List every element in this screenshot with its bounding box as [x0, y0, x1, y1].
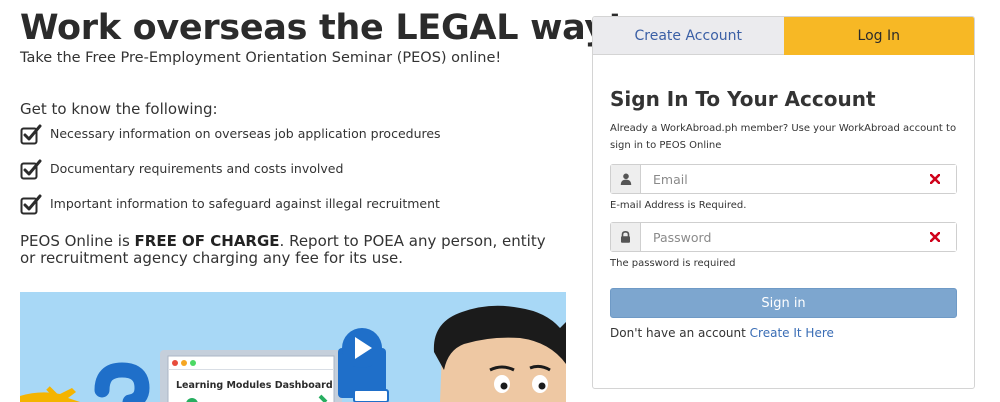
hero-illustration: Learning Modules Dashboard	[20, 292, 566, 402]
checkbox-checked-icon	[20, 194, 42, 215]
user-icon	[611, 165, 641, 193]
form-title: Sign In To Your Account	[610, 87, 876, 111]
sign-in-button[interactable]: Sign in	[610, 288, 957, 318]
password-input[interactable]	[641, 223, 956, 251]
notice-prefix: PEOS Online is	[20, 232, 135, 250]
login-form: Sign In To Your Account Already a WorkAb…	[610, 55, 957, 340]
clear-password-icon[interactable]	[928, 230, 942, 244]
checkbox-checked-icon	[20, 159, 42, 180]
hero-section: Work overseas the LEGAL way! Take the Fr…	[20, 0, 623, 402]
signup-prompt-text: Don't have an account	[610, 326, 750, 340]
lock-icon	[611, 223, 641, 251]
question-mark-icon	[94, 362, 150, 402]
list-item: Documentary requirements and costs invol…	[20, 159, 441, 194]
tab-create-account[interactable]: Create Account	[593, 17, 784, 55]
clear-email-icon[interactable]	[928, 172, 942, 186]
play-icon	[338, 328, 389, 402]
email-input[interactable]	[641, 165, 956, 193]
form-description: Already a WorkAbroad.ph member? Use your…	[610, 123, 957, 151]
list-item-text: Necessary information on overseas job ap…	[50, 126, 441, 141]
list-item-text: Important information to safeguard again…	[50, 196, 440, 211]
airplane-icon	[20, 386, 80, 402]
checkbox-checked-icon	[20, 124, 42, 145]
auth-tabs: Create Account Log In	[593, 17, 974, 55]
dashboard-window: Learning Modules Dashboard	[160, 350, 342, 402]
know-title: Get to know the following:	[20, 100, 218, 118]
notice-emphasis: FREE OF CHARGE	[134, 232, 280, 250]
login-card: Create Account Log In Sign In To Your Ac…	[592, 16, 975, 389]
feature-list: Necessary information on overseas job ap…	[20, 124, 441, 229]
email-error: E-mail Address is Required.	[610, 200, 747, 211]
create-account-link[interactable]: Create It Here	[750, 326, 834, 340]
character-illustration	[433, 305, 566, 402]
password-field	[610, 222, 957, 252]
signup-prompt: Don't have an account Create It Here	[610, 326, 957, 340]
email-field	[610, 164, 957, 194]
list-item: Necessary information on overseas job ap…	[20, 124, 441, 159]
list-item-text: Documentary requirements and costs invol…	[50, 161, 344, 176]
tab-log-in[interactable]: Log In	[783, 17, 974, 55]
password-error: The password is required	[610, 258, 736, 269]
illustration-art: Learning Modules Dashboard	[20, 305, 566, 402]
list-item: Important information to safeguard again…	[20, 194, 441, 229]
headline: Work overseas the LEGAL way!	[20, 8, 623, 48]
subheadline: Take the Free Pre-Employment Orientation…	[20, 50, 502, 66]
free-notice: PEOS Online is FREE OF CHARGE. Report to…	[20, 233, 560, 267]
dashboard-window-title: Learning Modules Dashboard	[176, 380, 333, 391]
